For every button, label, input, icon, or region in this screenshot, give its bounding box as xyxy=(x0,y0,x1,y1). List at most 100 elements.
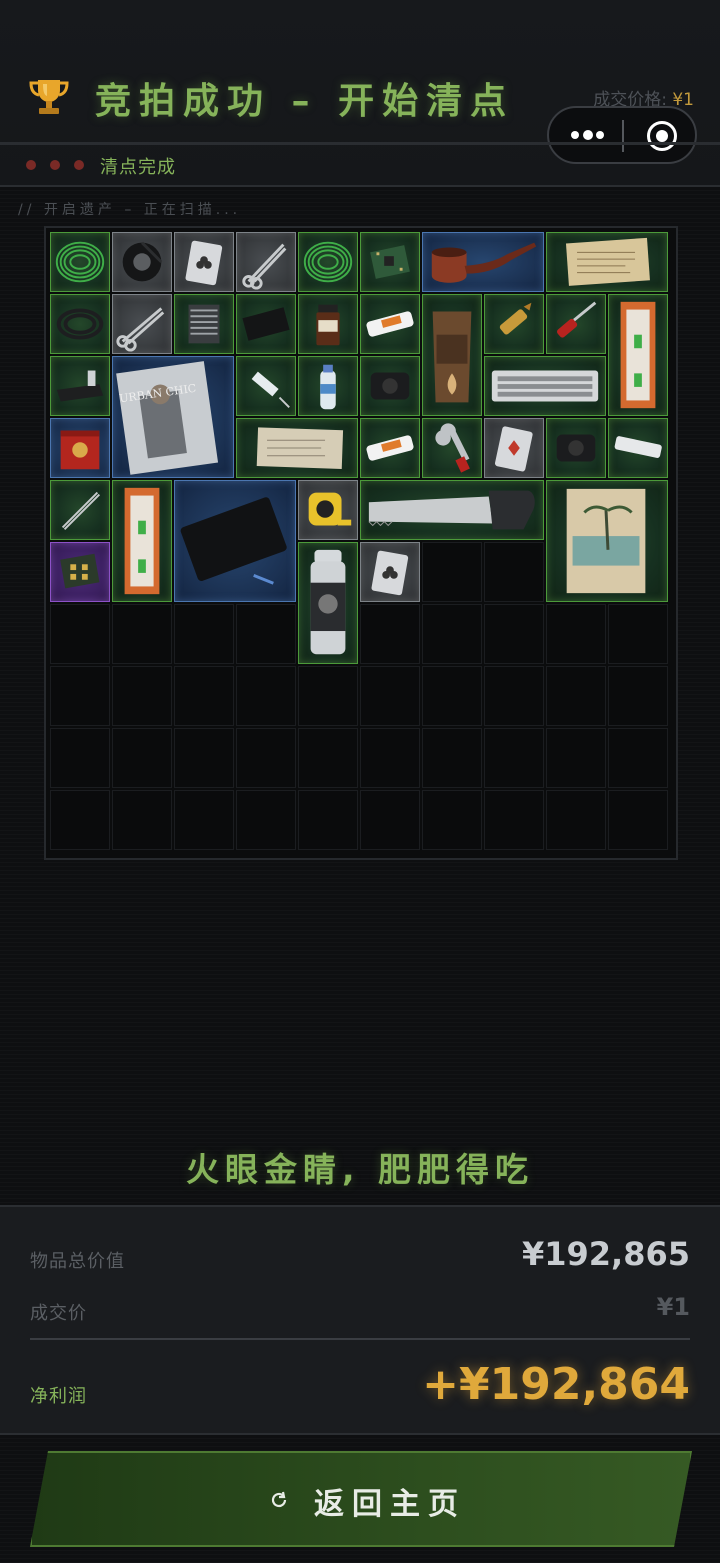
grid-cell xyxy=(422,666,482,726)
grid-cell xyxy=(112,728,172,788)
net-profit-label: 净利润 xyxy=(30,1386,87,1407)
screwdriver-item[interactable] xyxy=(546,294,606,354)
grid-cell xyxy=(50,666,110,726)
grid-cell xyxy=(608,728,668,788)
coffee-jar-item[interactable] xyxy=(298,294,358,354)
total-value-label: 物品总价值 xyxy=(30,1251,125,1272)
grid-cell xyxy=(112,604,172,664)
grid-cell xyxy=(50,790,110,850)
hand-saw-item[interactable] xyxy=(360,480,544,540)
grid-cell xyxy=(50,728,110,788)
playing-card-diamond-item[interactable] xyxy=(484,418,544,478)
black-hose-item[interactable] xyxy=(50,294,110,354)
battery-3000mah-item[interactable] xyxy=(360,294,420,354)
urban-chic-magazine-item[interactable]: URBAN CHIC xyxy=(112,356,234,478)
old-parchment-item[interactable] xyxy=(546,232,668,292)
grid-cell xyxy=(484,542,544,602)
playing-card-club-item[interactable] xyxy=(360,542,420,602)
grid-cell xyxy=(422,604,482,664)
grid-cell xyxy=(360,604,420,664)
grid-cell xyxy=(422,790,482,850)
trophy-icon xyxy=(29,80,69,114)
cpu-cooler-item[interactable] xyxy=(174,294,234,354)
net-profit-value: +¥192,864 xyxy=(422,1359,690,1410)
grid-cell xyxy=(484,728,544,788)
grid-cell xyxy=(50,604,110,664)
grid-cell xyxy=(484,790,544,850)
grid-cell xyxy=(174,604,234,664)
water-bottle-item[interactable] xyxy=(298,356,358,416)
portable-speaker-item[interactable] xyxy=(546,418,606,478)
grid-cell xyxy=(236,728,296,788)
grid-cell xyxy=(174,666,234,726)
green-cable-coil-item[interactable] xyxy=(50,232,110,292)
portable-speaker-item[interactable] xyxy=(360,356,420,416)
grid-cell xyxy=(360,666,420,726)
tape-measure-item[interactable] xyxy=(298,480,358,540)
grid-cell xyxy=(546,666,606,726)
refresh-icon xyxy=(271,1491,287,1508)
grid-cell xyxy=(422,728,482,788)
arabica-coffee-bag-item[interactable] xyxy=(422,294,482,416)
syringe-item[interactable] xyxy=(236,356,296,416)
spray-can-item[interactable] xyxy=(298,542,358,664)
return-home-label: 返回主页 xyxy=(314,1487,466,1522)
page-title: 竞拍成功 – 开始清点 xyxy=(95,81,515,122)
grid-cell xyxy=(360,728,420,788)
capsule-divider xyxy=(622,120,624,152)
grid-cell xyxy=(112,790,172,850)
deal-price-summary-label: 成交价 xyxy=(30,1303,87,1324)
total-value: ¥192,865 xyxy=(521,1235,690,1273)
adjustable-wrench-item[interactable] xyxy=(422,418,482,478)
scan-status-text: // 开启遗产 – 正在扫描... xyxy=(18,202,242,218)
green-cable-coil-item[interactable] xyxy=(298,232,358,292)
old-paper-scroll-item[interactable] xyxy=(236,418,358,478)
mini-program-capsule xyxy=(547,106,697,164)
tweezers-item[interactable] xyxy=(50,480,110,540)
grid-cell xyxy=(608,604,668,664)
brass-bullet-item[interactable] xyxy=(484,294,544,354)
deal-price-summary-value: ¥1 xyxy=(656,1293,690,1321)
grid-cell xyxy=(174,728,234,788)
grid-cell xyxy=(608,790,668,850)
purple-chip-board-item[interactable] xyxy=(50,542,110,602)
grid-cell xyxy=(174,790,234,850)
surgical-scissors-item[interactable] xyxy=(236,232,296,292)
tablet-screen-item[interactable] xyxy=(174,480,296,602)
power-strip-item[interactable] xyxy=(608,418,668,478)
grid-cell xyxy=(546,604,606,664)
header: 竞拍成功 – 开始清点 成交价格: ¥1 清点完成 xyxy=(0,0,720,187)
grid-cell xyxy=(298,790,358,850)
header-bottom-divider xyxy=(0,185,720,187)
playing-card-club-item[interactable] xyxy=(174,232,234,292)
grid-cell xyxy=(112,666,172,726)
header-divider xyxy=(0,142,720,145)
result-slogan: 火眼金睛, 肥肥得吃 xyxy=(185,1150,535,1189)
grid-cell xyxy=(546,728,606,788)
grid-cell xyxy=(608,666,668,726)
grid-cell xyxy=(236,604,296,664)
smoking-pipe-item[interactable] xyxy=(422,232,544,292)
grid-cell xyxy=(484,666,544,726)
grid-cell xyxy=(236,666,296,726)
beach-poster-item[interactable] xyxy=(546,480,668,602)
tray-with-bottle-item[interactable] xyxy=(50,356,110,416)
summary-divider xyxy=(30,1338,690,1340)
red-tea-tin-item[interactable] xyxy=(50,418,110,478)
electrical-tape-item[interactable] xyxy=(112,232,172,292)
grid-cell xyxy=(236,790,296,850)
target-circle-icon[interactable] xyxy=(647,121,677,151)
inventory-grid: URBAN CHIC xyxy=(44,226,678,860)
grid-cell xyxy=(360,790,420,850)
grid-cell xyxy=(422,542,482,602)
status-text: 清点完成 xyxy=(100,157,176,178)
circuit-board-item[interactable] xyxy=(360,232,420,292)
battery-3000mah-item[interactable] xyxy=(360,418,420,478)
grid-cell xyxy=(298,728,358,788)
return-home-button[interactable]: 返回主页 xyxy=(30,1451,692,1547)
orange-display-box-item[interactable] xyxy=(112,480,172,602)
orange-display-box-item[interactable] xyxy=(608,294,668,416)
keyboard-item[interactable] xyxy=(484,356,606,416)
surgical-scissors-item[interactable] xyxy=(112,294,172,354)
good-luck-card-item[interactable] xyxy=(236,294,296,354)
